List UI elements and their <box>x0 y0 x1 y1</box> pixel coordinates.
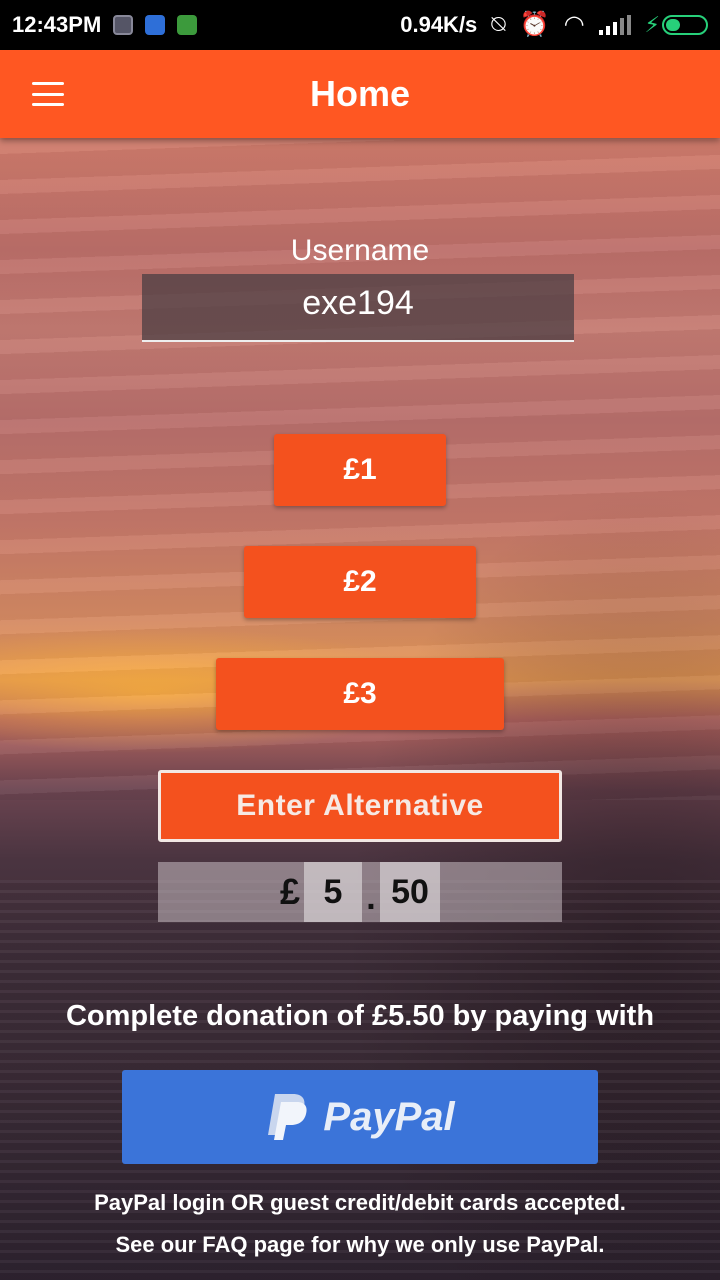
pounds-field[interactable]: 5 <box>304 862 363 922</box>
donate-2-button[interactable]: £2 <box>244 546 476 618</box>
pence-field[interactable]: 50 <box>380 862 441 922</box>
donate-3-button[interactable]: £3 <box>216 658 504 730</box>
faq-note-text: See our FAQ page for why we only use Pay… <box>115 1232 605 1257</box>
enter-alternative-button[interactable]: Enter Alternative <box>158 770 562 842</box>
username-label: Username <box>290 234 430 267</box>
donation-summary: Complete donation of £5.50 by paying wit… <box>65 1000 655 1032</box>
android-icon <box>177 15 198 35</box>
status-bar: 12:43PM 0.94K/s ⍉ ⏰ ◠ ⚡ <box>0 0 720 50</box>
username-field[interactable]: exe194 <box>142 274 574 342</box>
shield-icon <box>145 15 166 35</box>
notification-icon <box>113 15 134 35</box>
paypal-logo-icon <box>265 1092 309 1142</box>
payment-info-text: PayPal login OR guest credit/debit cards… <box>94 1190 626 1215</box>
signal-icon <box>598 15 631 35</box>
currency-symbol: £ <box>279 871 301 912</box>
username-value: exe194 <box>302 283 414 322</box>
battery-charging-icon: ⚡ <box>645 12 708 38</box>
hamburger-menu-icon[interactable] <box>32 82 64 106</box>
network-speed: 0.94K/s <box>400 12 478 37</box>
clock: 12:43PM <box>12 12 102 37</box>
alarm-icon: ⏰ <box>519 11 550 38</box>
decimal-separator: . <box>366 878 376 917</box>
paypal-label: PayPal <box>323 1094 455 1139</box>
wifi-icon: ◠ <box>563 11 585 38</box>
page-title: Home <box>309 73 411 114</box>
app-bar: Home <box>0 50 720 138</box>
donate-1-button[interactable]: £1 <box>274 434 446 506</box>
paypal-button[interactable]: PayPal <box>122 1070 598 1164</box>
vibrate-off-icon: ⍉ <box>491 11 506 38</box>
custom-amount-input: £ 5 . 50 <box>158 862 562 922</box>
